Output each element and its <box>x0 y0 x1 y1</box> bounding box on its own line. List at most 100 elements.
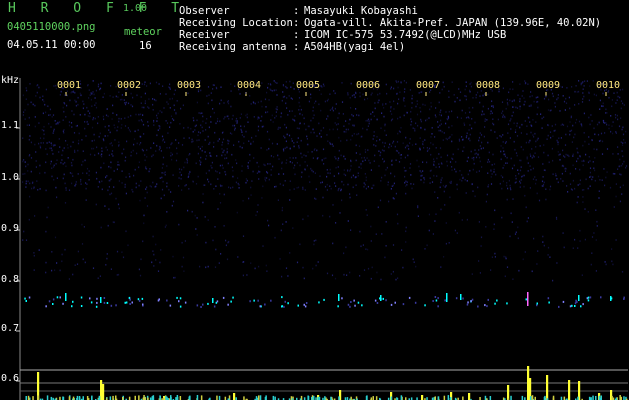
hrofft-viewer: H R O F F T 1.00 0405110000.png 04.05.11… <box>0 0 629 400</box>
meteor-echo <box>338 294 340 301</box>
floor-noise <box>390 396 393 400</box>
meteor-echo <box>65 293 67 301</box>
floor-noise <box>259 395 262 400</box>
floor-noise <box>600 395 602 400</box>
meteor-echo <box>380 295 382 301</box>
floor-noise <box>25 396 27 400</box>
meteor-echo <box>460 294 462 300</box>
floor-noise <box>462 396 464 400</box>
intensity-bar <box>421 395 424 400</box>
floor-noise <box>434 396 436 400</box>
x-tick-label: 0006 <box>356 80 381 91</box>
intensity-bar <box>468 393 471 400</box>
floor-noise <box>531 395 534 400</box>
floor-noise <box>324 396 326 400</box>
floor-noise <box>265 395 267 400</box>
floor-noise <box>78 396 81 400</box>
x-tick-label: 0007 <box>416 80 441 91</box>
intensity-bar <box>568 380 571 400</box>
floor-noise <box>216 395 218 400</box>
floor-noise <box>595 396 597 400</box>
floor-noise <box>138 395 140 400</box>
floor-noise <box>619 395 621 400</box>
floor-noise <box>91 395 93 400</box>
intensity-bar <box>100 380 103 400</box>
floor-noise <box>68 396 71 400</box>
floor-noise <box>484 395 487 400</box>
floor-noise <box>443 395 446 400</box>
meteor-echo <box>527 292 529 306</box>
meteor-label: meteor <box>124 26 162 38</box>
meteor-echo <box>578 295 580 301</box>
floor-noise <box>338 396 340 400</box>
floor-noise <box>372 396 374 400</box>
floor-noise <box>134 395 136 400</box>
floor-noise <box>510 395 512 400</box>
antenna-colon: : <box>293 41 300 53</box>
floor-noise <box>218 395 221 400</box>
y-tick-label: 0.8 <box>1 274 20 285</box>
floor-noise <box>313 395 315 400</box>
x-tick-label: 0002 <box>117 80 142 91</box>
y-tick-label: 1.1 <box>1 120 20 131</box>
intensity-bar <box>507 385 510 400</box>
floor-noise <box>489 396 492 400</box>
app-logo: H R O F F T <box>8 1 188 16</box>
floor-noise <box>258 395 260 400</box>
x-tick-label: 0003 <box>177 80 202 91</box>
floor-noise <box>243 396 245 400</box>
y-tick-label: 0.7 <box>1 323 20 334</box>
floor-noise <box>375 396 378 400</box>
floor-noise <box>563 396 566 400</box>
floor-noise <box>72 396 75 400</box>
floor-noise <box>32 396 34 400</box>
meteor-count: 16 <box>139 40 152 52</box>
meteor-echo <box>446 293 448 302</box>
x-tick-label: 0005 <box>296 80 321 91</box>
floor-noise <box>447 395 450 400</box>
meteor-echo <box>610 296 612 301</box>
floor-noise <box>159 395 161 400</box>
floor-noise <box>437 396 440 400</box>
floor-noise <box>529 396 532 400</box>
floor-noise <box>189 395 191 400</box>
floor-noise <box>176 395 179 400</box>
floor-noise <box>165 396 167 400</box>
floor-noise <box>592 395 594 400</box>
floor-noise <box>196 395 199 400</box>
x-tick-label: 0008 <box>476 80 501 91</box>
floor-noise <box>62 396 64 400</box>
floor-noise <box>365 396 368 400</box>
floor-noise <box>109 396 112 400</box>
x-tick-label: 0010 <box>596 80 621 91</box>
floor-noise <box>170 395 172 400</box>
floor-noise <box>598 395 601 400</box>
filename-label: 0405110000.png <box>7 21 96 33</box>
floor-noise <box>112 395 114 400</box>
floor-noise <box>179 396 182 400</box>
floor-noise <box>623 396 625 400</box>
floor-noise <box>272 395 275 400</box>
y-axis-unit: kHz <box>1 75 20 86</box>
x-tick-label: 0009 <box>536 80 561 91</box>
intensity-bar <box>527 366 530 400</box>
intensity-bar <box>546 375 549 400</box>
y-tick-label: 0.6 <box>1 373 20 384</box>
floor-noise <box>46 395 49 400</box>
spectrogram <box>16 78 628 400</box>
floor-noise <box>400 395 403 400</box>
floor-noise <box>611 395 613 400</box>
x-tick-label: 0001 <box>57 80 82 91</box>
meteor-echo <box>100 297 102 303</box>
antenna-label: Receiving antenna <box>179 41 287 53</box>
x-tick-label: 0004 <box>237 80 262 91</box>
floor-noise <box>37 395 39 400</box>
floor-noise <box>98 395 101 400</box>
floor-noise <box>521 395 524 400</box>
floor-noise <box>200 395 203 400</box>
meteor-echo <box>212 298 214 303</box>
intensity-bar <box>102 384 105 400</box>
intensity-bar <box>233 393 236 400</box>
floor-noise <box>307 396 310 400</box>
antenna-value: A504HB(yagi 4el) <box>304 41 406 53</box>
